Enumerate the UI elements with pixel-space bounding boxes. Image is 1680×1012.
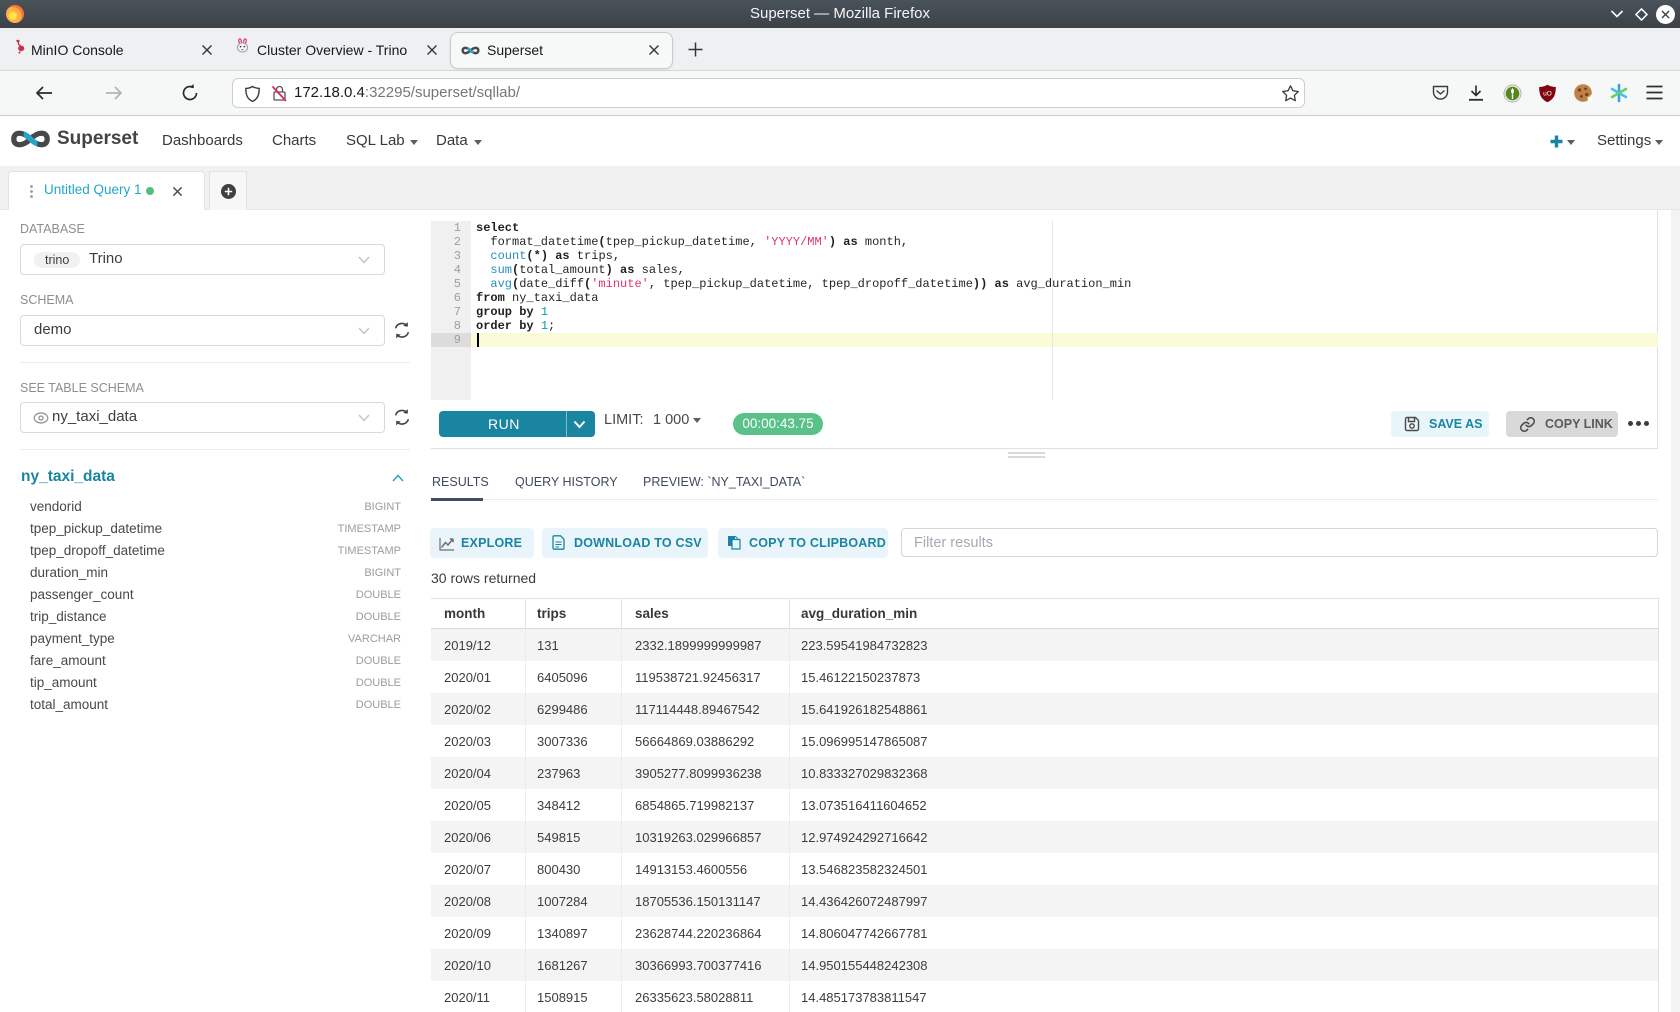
svg-text:uO: uO	[1543, 91, 1552, 98]
